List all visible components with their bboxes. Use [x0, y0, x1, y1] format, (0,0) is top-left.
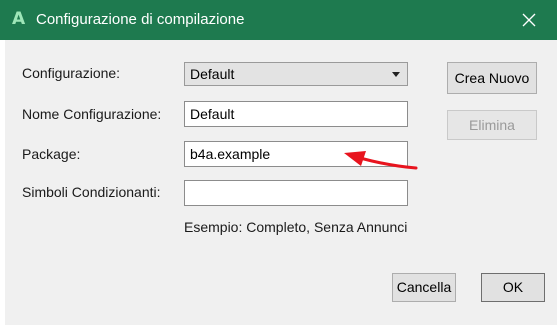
- create-new-button-label: Crea Nuovo: [454, 70, 530, 86]
- ok-button[interactable]: OK: [481, 273, 545, 302]
- build-configuration-dialog: A Configurazione di compilazione Configu…: [0, 0, 557, 325]
- title-bar: A Configurazione di compilazione: [0, 0, 557, 40]
- close-button[interactable]: [512, 4, 546, 36]
- background-window-edge: [0, 0, 5, 325]
- conditional-symbols-input[interactable]: [184, 180, 408, 206]
- delete-button-label: Elimina: [469, 117, 515, 133]
- configuration-selected-value: Default: [190, 66, 235, 82]
- b4a-app-icon: A: [12, 9, 26, 29]
- red-arrow-icon: [344, 151, 418, 170]
- configuration-label: Configurazione:: [22, 65, 121, 81]
- configuration-name-label: Nome Configurazione:: [22, 106, 162, 122]
- window-title: Configurazione di compilazione: [36, 11, 245, 28]
- conditional-symbols-label: Simboli Condizionanti:: [22, 184, 161, 200]
- configuration-select[interactable]: Default: [184, 62, 408, 86]
- package-label: Package:: [22, 146, 81, 162]
- chevron-down-icon: [392, 72, 400, 77]
- delete-button[interactable]: Elimina: [447, 110, 537, 140]
- symbols-example-hint: Esempio: Completo, Senza Annunci: [184, 219, 408, 235]
- configuration-name-input[interactable]: [184, 101, 408, 127]
- cancel-button-label: Cancella: [396, 279, 452, 295]
- close-icon: [522, 13, 536, 27]
- ok-button-label: OK: [502, 279, 524, 295]
- create-new-button[interactable]: Crea Nuovo: [447, 62, 537, 94]
- cancel-button[interactable]: Cancella: [392, 273, 456, 302]
